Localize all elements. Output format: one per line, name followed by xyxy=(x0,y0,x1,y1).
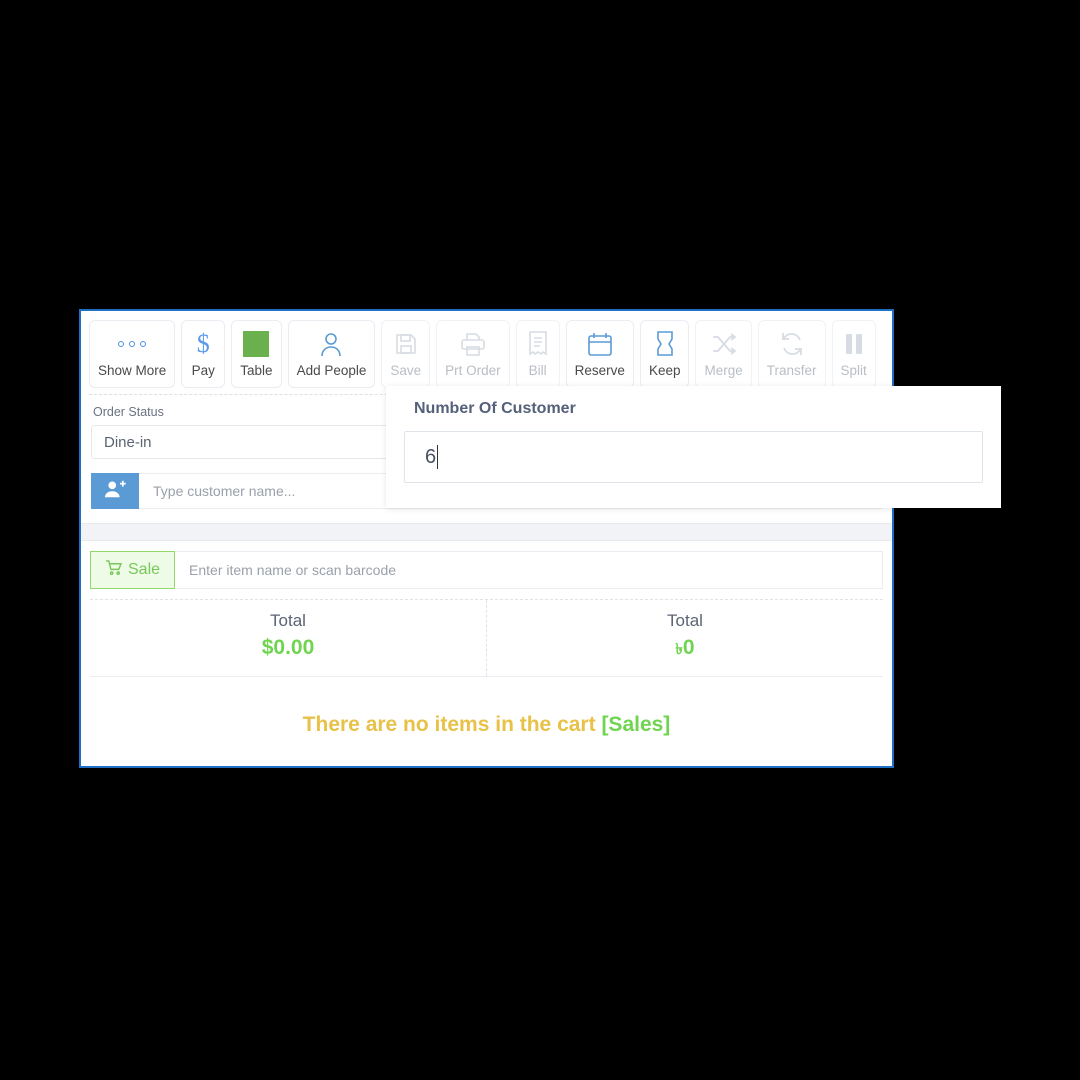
empty-cart-message: There are no items in the cart [Sales] xyxy=(81,677,892,737)
pos-panel: Show More $ Pay Table Add People Save Pr… xyxy=(79,309,894,768)
refresh-arrows-icon xyxy=(779,330,805,358)
screen-background: Show More $ Pay Table Add People Save Pr… xyxy=(0,0,1080,1080)
toolbar-button-reserve[interactable]: Reserve xyxy=(565,320,634,388)
total-secondary-label: Total xyxy=(667,611,703,630)
calendar-icon xyxy=(587,330,613,358)
floppy-disk-icon xyxy=(394,330,418,358)
total-secondary-value: ৳0 xyxy=(487,636,883,663)
person-icon xyxy=(319,330,343,358)
toolbar-label: Pay xyxy=(191,363,215,379)
shuffle-arrows-icon xyxy=(711,330,737,358)
toolbar-label: Keep xyxy=(648,363,681,379)
printer-icon xyxy=(460,330,486,358)
item-search-placeholder: Enter item name or scan barcode xyxy=(189,562,397,578)
table-square-icon xyxy=(243,330,270,358)
number-of-customer-value: 6 xyxy=(425,445,437,468)
customer-name-placeholder: Type customer name... xyxy=(153,483,296,499)
split-bars-icon xyxy=(843,330,865,358)
toolbar-label: Add People xyxy=(296,363,367,379)
modal-title: Number Of Customer xyxy=(414,400,576,417)
total-primary: Total $0.00 xyxy=(90,600,486,676)
totals-row: Total $0.00 Total ৳0 xyxy=(90,599,883,677)
toolbar-label: Transfer xyxy=(766,363,817,379)
currency-symbol: ৳ xyxy=(675,641,683,658)
toolbar-button-keep[interactable]: Keep xyxy=(639,320,690,388)
total-secondary: Total ৳0 xyxy=(486,600,883,676)
section-separator xyxy=(81,523,892,541)
sale-mode-button[interactable]: Sale xyxy=(90,551,176,589)
total-secondary-amount: 0 xyxy=(682,636,695,659)
toolbar-button-save[interactable]: Save xyxy=(381,320,431,388)
three-dots-icon xyxy=(118,330,147,358)
sale-mode-label: Sale xyxy=(128,561,161,578)
toolbar-label: Bill xyxy=(528,363,547,379)
toolbar-label: Reserve xyxy=(574,363,625,379)
receipt-icon xyxy=(528,330,548,358)
total-primary-label: Total xyxy=(270,611,306,630)
toolbar-button-split[interactable]: Split xyxy=(831,320,876,388)
toolbar-label: Merge xyxy=(704,363,743,379)
toolbar-label: Prt Order xyxy=(445,363,501,379)
item-search-input[interactable]: Enter item name or scan barcode xyxy=(175,551,883,589)
toolbar-label: Split xyxy=(840,363,867,379)
dollar-sign-icon: $ xyxy=(196,329,210,359)
toolbar-button-prt-order[interactable]: Prt Order xyxy=(436,320,510,388)
order-status-value: Dine-in xyxy=(104,433,152,451)
toolbar-button-transfer[interactable]: Transfer xyxy=(757,320,826,388)
add-customer-button[interactable] xyxy=(91,473,139,509)
sale-row: Sale Enter item name or scan barcode xyxy=(90,551,883,589)
toolbar-button-merge[interactable]: Merge xyxy=(695,320,752,388)
text-caret xyxy=(437,445,439,469)
number-of-customer-modal: Number Of Customer 6 xyxy=(386,386,1001,508)
toolbar-button-show-more[interactable]: Show More xyxy=(89,320,176,388)
shopping-cart-icon xyxy=(105,560,123,580)
total-primary-value: $0.00 xyxy=(261,636,315,659)
toolbar-label: Table xyxy=(240,363,273,379)
bookmark-ticket-icon xyxy=(656,330,674,358)
toolbar-button-table[interactable]: Table xyxy=(231,320,282,388)
number-of-customer-input[interactable]: 6 xyxy=(404,431,983,483)
toolbar-label: Save xyxy=(390,363,422,379)
toolbar-button-bill[interactable]: Bill xyxy=(515,320,560,388)
person-add-icon xyxy=(104,479,126,504)
empty-cart-text: There are no items in the cart xyxy=(302,713,602,736)
toolbar-button-pay[interactable]: $ Pay xyxy=(181,320,226,388)
toolbar-label: Show More xyxy=(98,363,167,379)
empty-cart-tag: [Sales] xyxy=(601,713,671,736)
toolbar-button-add-people[interactable]: Add People xyxy=(287,320,376,388)
toolbar: Show More $ Pay Table Add People Save Pr… xyxy=(81,311,892,394)
